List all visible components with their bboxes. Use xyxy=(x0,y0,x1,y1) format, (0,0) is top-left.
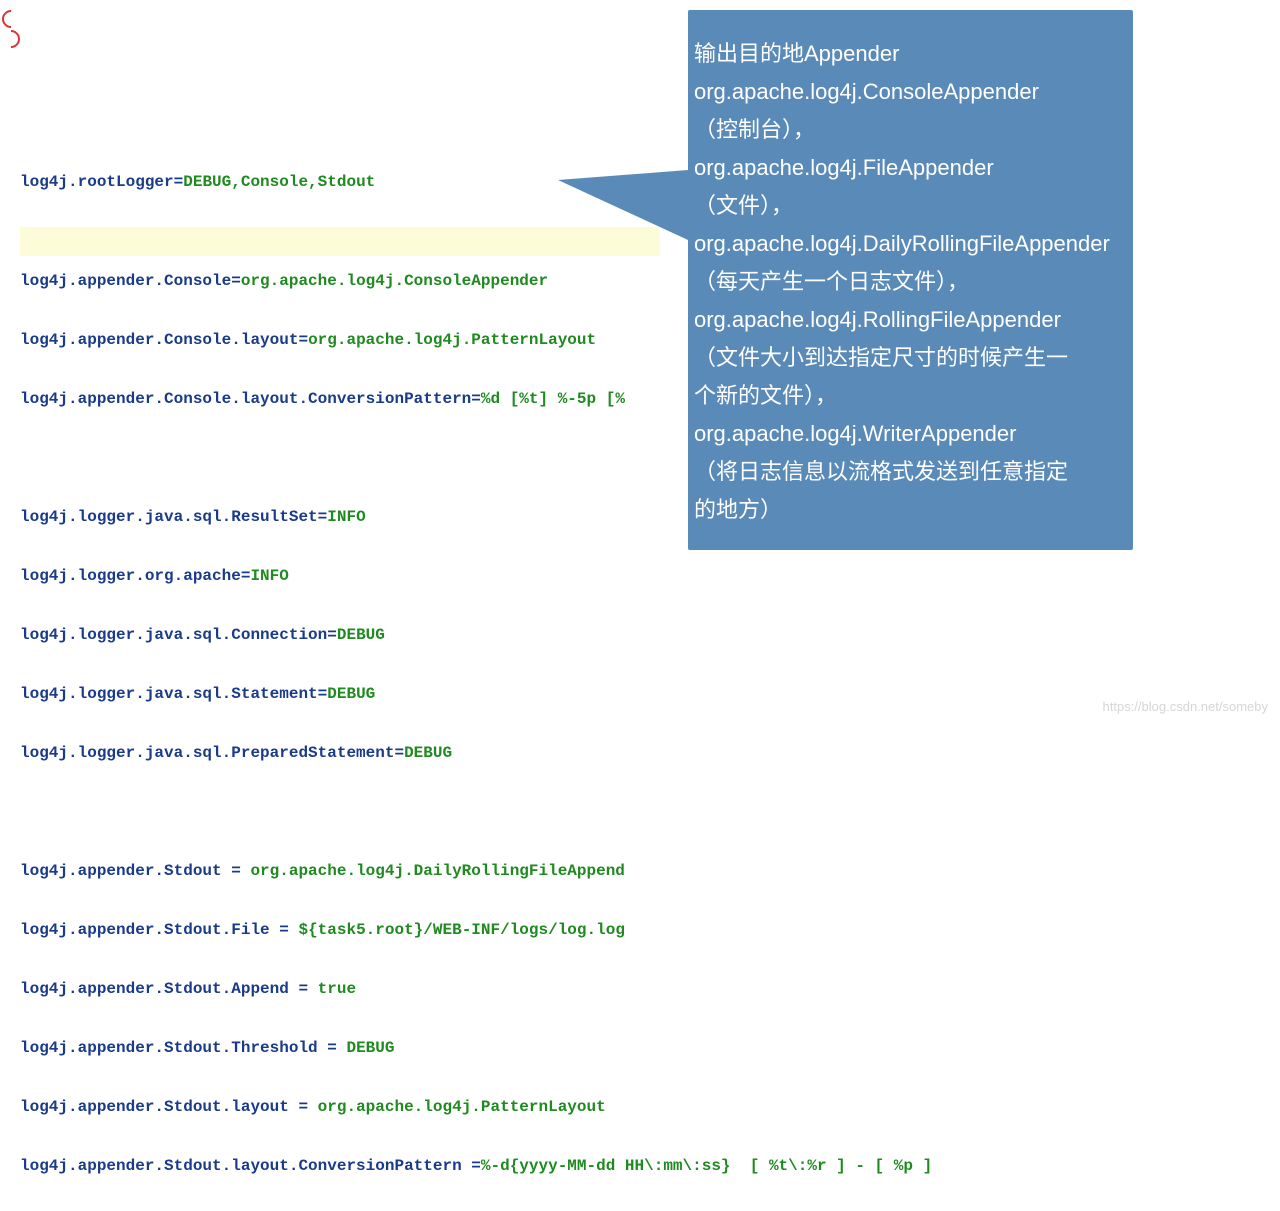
prop-key: log4j.logger.java.sql.ResultSet xyxy=(20,508,318,526)
prop-val: ${task5.root}/WEB-INF/logs/log.log xyxy=(289,921,625,939)
callout-line: 的地方） xyxy=(694,491,1127,529)
prop-val: DEBUG,Console,Stdout xyxy=(183,173,375,191)
prop-key: log4j.appender.Stdout.layout.ConversionP… xyxy=(20,1157,471,1175)
callout-line: （文件大小到达指定尺寸的时候产生一 xyxy=(694,339,1127,377)
prop-val: %d [%t] %-5p [% xyxy=(481,390,625,408)
prop-key: log4j.rootLogger xyxy=(20,173,174,191)
prop-val: org.apache.log4j.ConsoleAppender xyxy=(241,272,548,290)
callout-line: org.apache.log4j.FileAppender xyxy=(694,149,1127,187)
prop-key: log4j.appender.Console xyxy=(20,272,231,290)
prop-val: DEBUG xyxy=(337,626,385,644)
prop-key: log4j.appender.Stdout xyxy=(20,862,231,880)
prop-key: log4j.logger.java.sql.Connection xyxy=(20,626,327,644)
prop-val: %-d{yyyy-MM-dd HH\:mm\:ss} [ %t\:%r ] - … xyxy=(481,1157,932,1175)
prop-key: log4j.appender.Stdout.layout xyxy=(20,1098,298,1116)
callout-line: org.apache.log4j.RollingFileAppender xyxy=(694,301,1127,339)
prop-key: log4j.appender.Stdout.Threshold xyxy=(20,1039,327,1057)
callout-line: org.apache.log4j.ConsoleAppender xyxy=(694,73,1127,111)
prop-val: org.apache.log4j.DailyRollingFileAppend xyxy=(241,862,625,880)
prop-val: INFO xyxy=(250,567,288,585)
prop-val: DEBUG xyxy=(404,744,452,762)
callout-line: （将日志信息以流格式发送到任意指定 xyxy=(694,453,1127,491)
prop-key: log4j.appender.Stdout.File xyxy=(20,921,279,939)
callout-line: org.apache.log4j.WriterAppender xyxy=(694,415,1127,453)
callout-pointer xyxy=(558,170,688,240)
callout-line: （控制台）， xyxy=(694,111,1127,149)
prop-val: org.apache.log4j.PatternLayout xyxy=(308,1098,606,1116)
callout-line: 输出目的地Appender xyxy=(694,35,1127,73)
prop-val: true xyxy=(308,980,356,998)
prop-key: log4j.logger.org.apache xyxy=(20,567,241,585)
callout-box: 输出目的地Appender org.apache.log4j.ConsoleAp… xyxy=(688,10,1133,550)
prop-val: INFO xyxy=(327,508,365,526)
prop-key: log4j.appender.Console.layout xyxy=(20,331,298,349)
callout-line: （每天产生一个日志文件）， xyxy=(694,263,1127,301)
callout-line: org.apache.log4j.DailyRollingFileAppende… xyxy=(694,225,1127,263)
prop-key: log4j.logger.java.sql.Statement xyxy=(20,685,318,703)
prop-key: log4j.logger.java.sql.PreparedStatement xyxy=(20,744,394,762)
watermark: https://blog.csdn.net/someby xyxy=(1103,699,1268,714)
callout-line: 个新的文件）， xyxy=(694,377,1127,415)
prop-val: DEBUG xyxy=(327,685,375,703)
callout-line: （文件）， xyxy=(694,187,1127,225)
prop-key: log4j.appender.Stdout.Append xyxy=(20,980,298,998)
prop-val: DEBUG xyxy=(337,1039,395,1057)
prop-key: log4j.appender.Console.layout.Conversion… xyxy=(20,390,471,408)
prop-val: org.apache.log4j.PatternLayout xyxy=(308,331,596,349)
decorative-squiggle xyxy=(0,0,20,60)
